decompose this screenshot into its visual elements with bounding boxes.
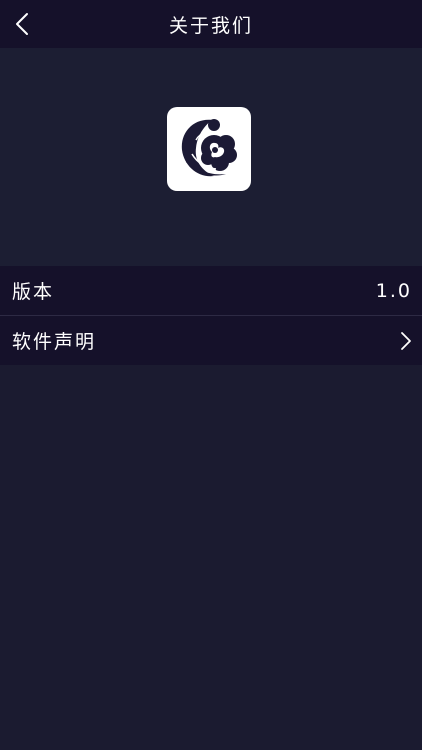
chevron-left-icon <box>16 13 28 35</box>
software-statement-row[interactable]: 软件声明 <box>0 316 422 365</box>
navigation-bar: 关于我们 <box>0 0 422 48</box>
software-statement-label: 软件声明 <box>12 331 97 353</box>
app-icon <box>167 107 251 191</box>
version-row: 版本 1.0 <box>0 266 422 315</box>
version-label: 版本 <box>12 281 55 303</box>
page-title: 关于我们 <box>168 14 253 37</box>
about-screen: 关于我们 版本 1.0 软件声明 <box>0 0 422 750</box>
back-button[interactable] <box>0 0 44 48</box>
version-value: 1.0 <box>375 279 412 302</box>
app-logo-icon <box>181 119 237 177</box>
chevron-right-icon <box>400 331 412 351</box>
logo-section <box>0 48 422 266</box>
